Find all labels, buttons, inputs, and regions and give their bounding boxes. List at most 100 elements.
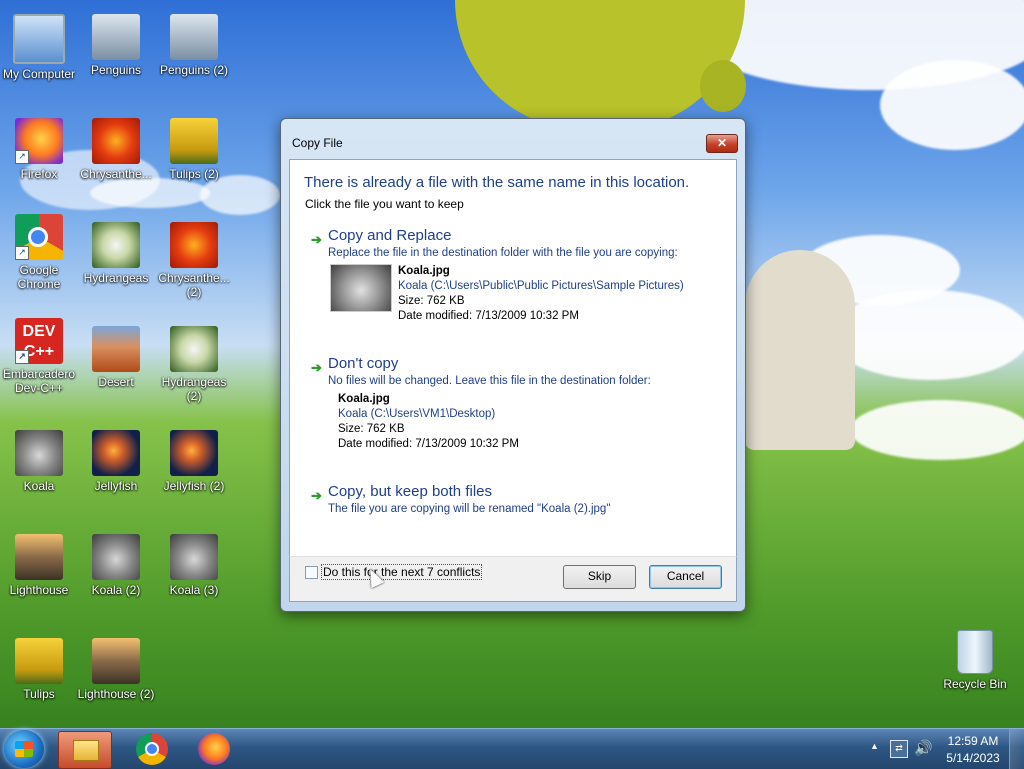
desktop-icon-lighthouse-2[interactable]: Lighthouse (2) [77,638,155,701]
image-icon [15,430,63,476]
conflict-headline: There is already a file with the same na… [304,174,690,191]
option-title: Don't copy [328,355,399,372]
destination-file-info: Koala.jpg Koala (C:\Users\VM1\Desktop) S… [338,392,519,452]
desktop-icon-hydrangeas[interactable]: Hydrangeas [77,222,155,285]
desktop-icon-penguins[interactable]: Penguins [77,14,155,77]
desktop-icon-chrysanthemum[interactable]: Chrysanthe... [77,118,155,181]
clock-time[interactable]: 12:59 AM [946,734,1000,748]
image-icon [170,534,218,580]
computer-icon [13,14,65,64]
image-icon [170,326,218,372]
file-path: Koala (C:\Users\Public\Public Pictures\S… [398,280,684,292]
clock-date[interactable]: 5/14/2023 [946,751,1000,765]
koala-thumbnail [330,264,392,312]
file-name: Koala.jpg [338,393,390,405]
chrome-icon [136,733,168,765]
option-description: The file you are copying will be renamed… [328,503,611,515]
desktop-icon-label: Lighthouse (2) [77,687,155,701]
image-icon [92,430,140,476]
desktop-icon-label: Koala (2) [91,583,141,597]
source-file-info: Koala.jpg Koala (C:\Users\Public\Public … [398,264,684,324]
chrome-icon: ↗ [15,214,63,260]
image-icon [92,638,140,684]
desktop-icon-label: Koala [23,479,55,493]
desktop-icon-desert[interactable]: Desert [77,326,155,389]
desktop-icon-jellyfish[interactable]: Jellyfish [77,430,155,493]
desktop-icon-label: Recycle Bin [943,677,1007,691]
image-icon [170,14,218,60]
desktop-icon-label: Chrysanthe... [80,167,152,181]
desktop-icon-chrysanthemum-2[interactable]: Chrysanthe... (2) [155,222,233,299]
skip-button[interactable]: Skip [563,565,636,589]
desktop-icon-google-chrome[interactable]: ↗ Google Chrome [0,214,78,291]
desktop-icon-label: Firefox [20,167,58,181]
desktop-icon-label: Lighthouse [9,583,69,597]
dialog-title: Copy File [292,136,343,150]
desktop-icon-my-computer[interactable]: My Computer [0,14,78,81]
shortcut-arrow-icon: ↗ [15,350,29,364]
desktop-icon-koala[interactable]: Koala [0,430,78,493]
image-icon [92,118,140,164]
desktop-icon-label: Chrysanthe... (2) [158,271,230,299]
file-explorer-icon[interactable] [58,731,112,769]
taskbar: ▲ ⇄ 🔊 12:59 AM 5/14/2023 [0,728,1024,769]
desktop-icon-label: Desert [98,375,134,389]
firefox-icon: ↗ [15,118,63,164]
desktop-icon-jellyfish-2[interactable]: Jellyfish (2) [155,430,233,493]
dialog-content: There is already a file with the same na… [289,159,737,561]
image-icon [170,222,218,268]
devcpp-icon: DEV C++ ↗ [15,318,63,364]
shortcut-arrow-icon: ↗ [15,150,29,164]
desktop-icon-label: Tulips (2) [169,167,219,181]
image-icon [92,534,140,580]
desktop-icon-tulips-2[interactable]: Tulips (2) [155,118,233,181]
taskbar-firefox-button[interactable] [188,731,240,767]
option-description: Replace the file in the destination fold… [328,247,678,259]
option-title: Copy and Replace [328,227,452,244]
show-hidden-icons-icon[interactable]: ▲ [870,741,879,751]
green-arrow-icon: ➔ [311,360,322,375]
file-size: Size: 762 KB [338,423,405,435]
image-icon [92,222,140,268]
apply-to-all-label[interactable]: Do this for the next 7 conflicts [321,564,483,580]
desktop-icon-firefox[interactable]: ↗ Firefox [0,118,78,181]
desktop-icon-recycle-bin[interactable]: Recycle Bin [936,630,1014,691]
desktop-icon-lighthouse[interactable]: Lighthouse [0,534,78,597]
desktop-icon-label: Koala (3) [169,583,219,597]
file-modified: Date modified: 7/13/2009 10:32 PM [338,438,519,450]
desktop-icon-hydrangeas-2[interactable]: Hydrangeas (2) [155,326,233,403]
recycle-bin-icon [957,630,993,674]
cancel-button[interactable]: Cancel [649,565,722,589]
file-size: Size: 762 KB [398,295,465,307]
desktop-icon-label: Penguins (2) [159,63,229,77]
image-icon [15,638,63,684]
green-arrow-icon: ➔ [311,488,322,503]
desktop-icon-label: Hydrangeas (2) [161,375,227,403]
taskbar-chrome-button[interactable] [126,731,178,767]
desktop-icon-label: Embarcadero Dev-C++ [2,367,76,395]
image-icon [92,14,140,60]
green-arrow-icon: ➔ [311,232,322,247]
show-desktop-button[interactable] [1009,729,1024,769]
desktop-icon-label: Hydrangeas [83,271,149,285]
desktop-icon-dev-cpp[interactable]: DEV C++ ↗ Embarcadero Dev-C++ [0,318,78,395]
image-icon [170,430,218,476]
close-button[interactable]: ✕ [706,134,738,153]
desktop-icon-koala-3[interactable]: Koala (3) [155,534,233,597]
option-title: Copy, but keep both files [328,483,492,500]
windows-start-icon[interactable] [4,730,44,768]
shortcut-arrow-icon: ↗ [15,246,29,260]
desktop-icon-label: Tulips [23,687,55,701]
file-modified: Date modified: 7/13/2009 10:32 PM [398,310,579,322]
desktop-icon-penguins-2[interactable]: Penguins (2) [155,14,233,77]
network-icon[interactable]: ⇄ [890,740,908,758]
apply-to-all-checkbox[interactable] [305,566,318,579]
desktop-icon-label: Jellyfish (2) [163,479,225,493]
desktop-icon-tulips[interactable]: Tulips [0,638,78,701]
desktop-icon-koala-2[interactable]: Koala (2) [77,534,155,597]
volume-icon[interactable]: 🔊 [914,739,933,757]
file-path: Koala (C:\Users\VM1\Desktop) [338,408,496,420]
conflict-instruction: Click the file you want to keep [305,197,464,211]
desktop-icon-label: Penguins [90,63,142,77]
image-icon [15,534,63,580]
